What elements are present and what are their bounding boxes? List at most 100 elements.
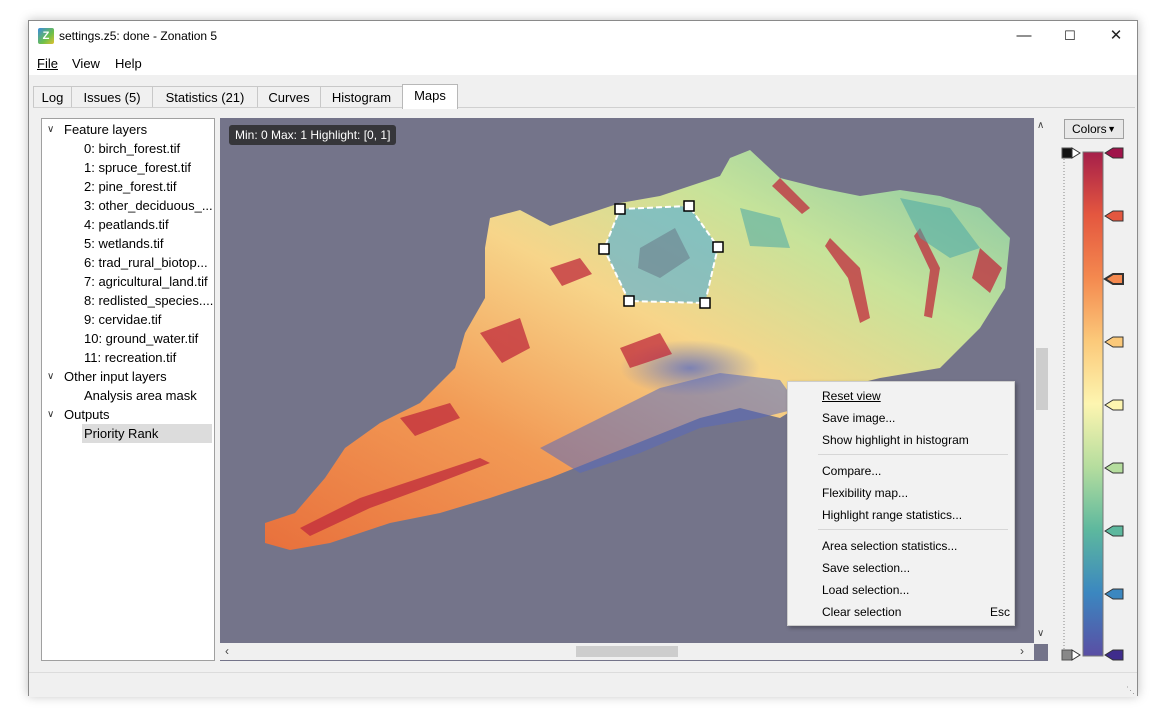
menu-item-clear-selection[interactable]: Clear selection Esc	[822, 601, 1010, 623]
tab-histogram[interactable]: Histogram	[320, 86, 403, 108]
resize-grip-icon[interactable]: ⋱	[1126, 685, 1135, 696]
selection-handle[interactable]	[712, 241, 724, 253]
layer-tree[interactable]: ∨ Feature layers 0: birch_forest.tif 1: …	[41, 118, 215, 661]
color-stop[interactable]	[1104, 399, 1124, 411]
color-stop[interactable]	[1104, 588, 1124, 600]
tree-item-label: 3: other_deciduous_...	[84, 198, 213, 213]
tree-item-feature-11[interactable]: 11: recreation.tif	[42, 348, 212, 367]
tree-item-feature-7[interactable]: 7: agricultural_land.tif	[42, 272, 212, 291]
tree-item-feature-1[interactable]: 1: spruce_forest.tif	[42, 158, 212, 177]
tree-item-feature-10[interactable]: 10: ground_water.tif	[42, 329, 212, 348]
color-stop[interactable]	[1103, 273, 1124, 285]
color-stop[interactable]	[1104, 147, 1124, 159]
color-gradient-bar	[1082, 151, 1104, 657]
tree-group-other-input-layers[interactable]: ∨ Other input layers	[42, 367, 212, 386]
tree-item-feature-4[interactable]: 4: peatlands.tif	[42, 215, 212, 234]
above-range-marker[interactable]	[1071, 649, 1081, 661]
maximize-button[interactable]: ☐	[1047, 21, 1093, 51]
title-bar: Z settings.z5: done - Zonation 5 — ☐ ✕	[29, 21, 1137, 51]
tree-item-label: 8: redlisted_species....	[84, 293, 214, 308]
tree-item-analysis-area-mask[interactable]: Analysis area mask	[42, 386, 212, 405]
menu-bar: File View Help	[29, 51, 1137, 75]
tree-group-feature-layers[interactable]: ∨ Feature layers	[42, 120, 212, 139]
color-ramp-panel[interactable]	[1061, 146, 1125, 666]
close-button[interactable]: ✕	[1093, 21, 1139, 51]
tree-item-label: 1: spruce_forest.tif	[84, 160, 191, 175]
map-horizontal-scrollbar[interactable]: ‹ ›	[220, 643, 1034, 660]
menu-item-label: Clear selection	[822, 605, 902, 619]
menu-item-reset-view[interactable]: Reset view	[822, 385, 1002, 407]
color-stop[interactable]	[1104, 462, 1124, 474]
tree-item-feature-9[interactable]: 9: cervidae.tif	[42, 310, 212, 329]
tree-item-label: 0: birch_forest.tif	[84, 141, 181, 156]
tree-item-label: 5: wetlands.tif	[84, 236, 164, 251]
below-range-marker[interactable]	[1071, 147, 1081, 159]
zonation-app-icon: Z	[38, 28, 54, 44]
selection-handle[interactable]	[699, 297, 711, 309]
scroll-down-icon[interactable]: ∨	[1037, 628, 1044, 639]
menu-view[interactable]: View	[72, 56, 100, 71]
selection-handle[interactable]	[598, 243, 610, 255]
tree-item-feature-6[interactable]: 6: trad_rural_biotop...	[42, 253, 212, 272]
tree-item-priority-rank[interactable]: Priority Rank	[82, 424, 212, 443]
menu-item-area-selection-statistics[interactable]: Area selection statistics...	[822, 535, 1002, 557]
color-stop[interactable]	[1104, 525, 1124, 537]
menu-item-label: Reset view	[822, 389, 881, 403]
selection-handle[interactable]	[614, 203, 626, 215]
selection-handle[interactable]	[623, 295, 635, 307]
tab-maps[interactable]: Maps	[402, 84, 458, 109]
tree-item-feature-5[interactable]: 5: wetlands.tif	[42, 234, 212, 253]
chevron-down-icon[interactable]: ∨	[47, 405, 57, 424]
menu-item-flexibility-map[interactable]: Flexibility map...	[822, 482, 1002, 504]
menu-file[interactable]: File	[37, 56, 58, 71]
tab-issues[interactable]: Issues (5)	[71, 86, 153, 108]
chevron-down-icon[interactable]: ∨	[47, 367, 57, 386]
minimize-button[interactable]: —	[1001, 21, 1047, 51]
map-context-menu: Reset view Save image... Show highlight …	[787, 381, 1015, 626]
color-ramp-editor[interactable]	[1061, 146, 1125, 666]
menu-item-show-highlight-in-histogram[interactable]: Show highlight in histogram	[822, 429, 1002, 451]
horizontal-scroll-thumb[interactable]	[576, 646, 678, 657]
menu-item-save-image[interactable]: Save image...	[822, 407, 1002, 429]
tree-item-label: 10: ground_water.tif	[84, 331, 199, 346]
menu-item-load-selection[interactable]: Load selection...	[822, 579, 1002, 601]
tab-curves[interactable]: Curves	[257, 86, 321, 108]
tree-item-label: 4: peatlands.tif	[84, 217, 169, 232]
window-title: settings.z5: done - Zonation 5	[59, 29, 218, 43]
tree-item-feature-0[interactable]: 0: birch_forest.tif	[42, 139, 212, 158]
tab-statistics[interactable]: Statistics (21)	[152, 86, 258, 108]
color-stop[interactable]	[1104, 336, 1124, 348]
menu-help[interactable]: Help	[115, 56, 142, 71]
vertical-scroll-thumb[interactable]	[1036, 348, 1048, 410]
menu-item-save-selection[interactable]: Save selection...	[822, 557, 1002, 579]
tree-item-label: 2: pine_forest.tif	[84, 179, 177, 194]
above-range-swatch[interactable]	[1061, 649, 1073, 661]
tab-log[interactable]: Log	[33, 86, 72, 108]
selection-handle[interactable]	[683, 200, 695, 212]
color-stop[interactable]	[1104, 649, 1124, 661]
chevron-down-icon[interactable]: ∨	[47, 120, 57, 139]
menu-item-compare[interactable]: Compare...	[822, 460, 1002, 482]
map-info-badge: Min: 0 Max: 1 Highlight: [0, 1]	[229, 125, 397, 145]
below-range-swatch[interactable]	[1061, 147, 1073, 159]
color-stop-markers[interactable]	[1103, 147, 1124, 661]
color-stop[interactable]	[1104, 210, 1124, 222]
tree-item-feature-2[interactable]: 2: pine_forest.tif	[42, 177, 212, 196]
tree-group-label: Other input layers	[64, 369, 167, 384]
tree-item-label: 9: cervidae.tif	[84, 312, 162, 327]
menu-item-highlight-range-statistics[interactable]: Highlight range statistics...	[822, 504, 1002, 526]
menu-help-label: Help	[115, 56, 142, 71]
tree-item-feature-8[interactable]: 8: redlisted_species....	[42, 291, 214, 310]
tree-item-label: 11: recreation.tif	[84, 350, 177, 365]
shortcut-label: Esc	[989, 605, 1010, 619]
scroll-left-icon[interactable]: ‹	[225, 644, 229, 658]
scroll-up-icon[interactable]: ∧	[1037, 120, 1044, 131]
menu-separator	[818, 529, 1008, 530]
tree-group-outputs[interactable]: ∨ Outputs	[42, 405, 212, 424]
app-window: Z settings.z5: done - Zonation 5 — ☐ ✕ F…	[28, 20, 1138, 697]
colors-dropdown-button[interactable]: Colors ▼	[1064, 119, 1124, 139]
map-vertical-scrollbar[interactable]: ∧ ∨	[1034, 118, 1050, 644]
tree-item-feature-3[interactable]: 3: other_deciduous_...	[42, 196, 213, 215]
scroll-right-icon[interactable]: ›	[1020, 644, 1024, 658]
menu-view-label: View	[72, 56, 100, 71]
